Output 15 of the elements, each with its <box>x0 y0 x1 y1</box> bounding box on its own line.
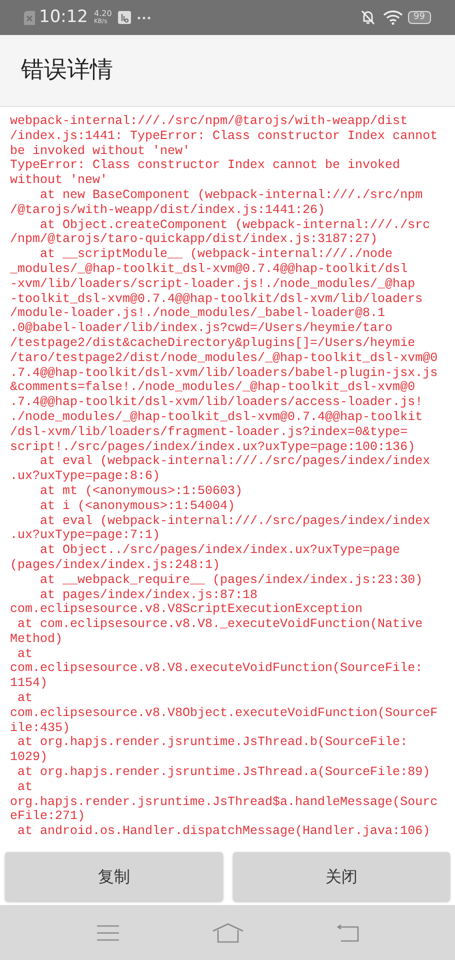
speed-value: 4.20 <box>94 10 112 18</box>
more-icon <box>136 16 151 20</box>
clock-time: 10:12 <box>39 6 88 29</box>
app-notification-icon <box>118 11 131 24</box>
wifi-icon <box>382 10 403 25</box>
muted-bell-icon <box>360 10 375 25</box>
sim-card-icon <box>24 10 35 24</box>
battery-indicator: 99 <box>408 11 431 24</box>
dialog-button[interactable]: 复制 <box>5 852 222 901</box>
error-log: webpack-internal:///./src/npm/@tarojs/with-weapp/dist /index.js:1441: TypeError: Class constructor Index cannot be invoked without 'new' TypeError: Class constructor Index cannot be invoked without 'new' at new BaseComponent (webpack-internal:///./src/npm /@tarojs/with-weapp/dist/index.js:1441:26) at Object.createComponent (webpack-internal:///./src /npm/@tarojs/taro-quickapp/dist/index.js:3187:27) at __scriptModule__ (webpack-internal:///./node _modules/_@hap-toolkit_dsl-xvm@0.7.4@@hap-toolkit/dsl -xvm/lib/loaders/script-loader.js!./node_modules/_@hap -toolkit_dsl-xvm@0.7.4@@hap-toolkit/dsl-xvm/lib/loaders /module-loader.js!./node_modules/_babel-loader@8.1 .0@babel-loader/lib/index.js?cwd=/Users/heymie/taro /testpage2/dist&cacheDirectory&plugins[]=/Users/heymie /taro/testpage2/dist/node_modules/_@hap-toolkit_dsl-xvm@0 .7.4@@hap-toolkit/dsl-xvm/lib/loaders/babel-plugin-jsx.js &comments=false!./node_modules/_@hap-toolkit_dsl-xvm@0 .7.4@@hap-toolkit/dsl-xvm/lib/loaders/access-loader.js! ./node_modules/_@hap-toolkit_dsl-xvm@0.7.4@@hap-toolkit /dsl-xvm/lib/loaders/fragment-loader.js?index=0&type= script!./src/pages/index/index.ux?uxType=page:100:136) at eval (webpack-internal:///./src/pages/index/index .ux?uxType=page:8:6) at mt (<anonymous>:1:50603) at i (<anonymous>:1:54004) at eval (webpack-internal:///./src/pages/index/index .ux?uxType=page:7:1) at Object../src/pages/index/index.ux?uxType=page (pages/index/index.js:248:1) at __webpack_require__ (pages/index/index.js:23:30) at pages/index/index.js:87:18 com.eclipsesource.v8.V8ScriptExecutionException at com.eclipsesource.v8.V8._executeVoidFunction(Native Method) at com.eclipsesource.v8.V8.executeVoidFunction(SourceFile: 1154) at com.eclipsesource.v8.V8Object.executeVoidFunction(SourceF ile:435) at org.hapjs.render.jsruntime.JsThread.b(SourceFile: 1029) at org.hapjs.render.jsruntime.JsThread.a(SourceFile:89) at org.hapjs.render.jsruntime.JsThread$a.handleMessage(Sourc eFile:271) at android.os.Handler.dispatchMessage(Handler.java:106) <box>10 114 439 840</box>
dialog-button[interactable]: 关闭 <box>232 852 450 901</box>
back-icon[interactable] <box>336 924 358 942</box>
page-title: 错误详情 <box>21 56 113 86</box>
home-icon[interactable] <box>212 922 244 942</box>
menu-icon[interactable] <box>96 924 118 942</box>
